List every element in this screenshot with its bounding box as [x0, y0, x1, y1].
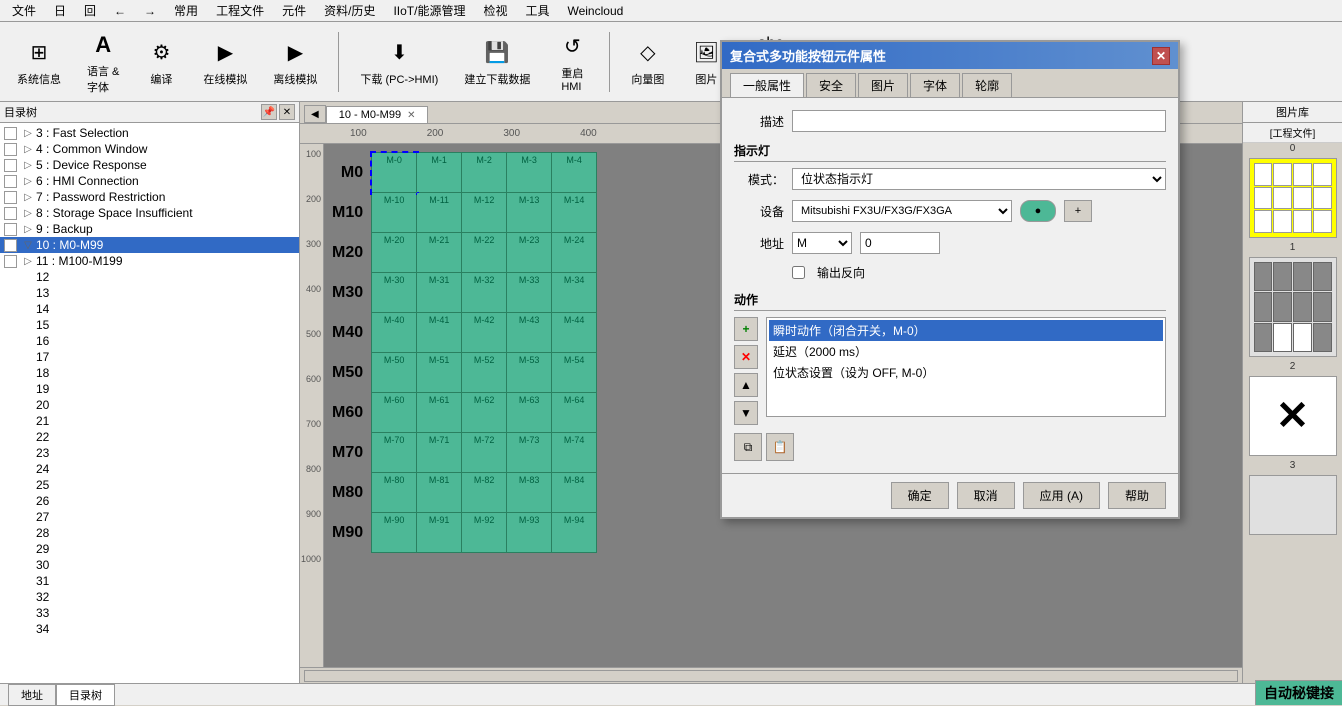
apply-button[interactable]: 应用 (A)	[1023, 482, 1100, 509]
dialog-titlebar: 复合式多功能按钮元件属性 ✕	[722, 42, 1178, 69]
desc-input[interactable]	[792, 110, 1166, 132]
device-select[interactable]: Mitsubishi FX3U/FX3G/FX3GA	[792, 200, 1012, 222]
device-add-button[interactable]: +	[1064, 200, 1092, 222]
action-list: 瞬时动作（闭合开关，M-0） 延迟（2000 ms） 位状态设置（设为 OFF,…	[766, 317, 1166, 417]
desc-row: 描述	[734, 110, 1166, 132]
action-section-buttons: ⧉ 📋	[734, 433, 1166, 461]
action-item-2[interactable]: 延迟（2000 ms）	[769, 341, 1163, 362]
mode-row: 模式： 位状态指示灯	[734, 168, 1166, 190]
action-copy-button[interactable]: ⧉	[734, 433, 762, 461]
dialog-overlay: 复合式多功能按钮元件属性 ✕ 一般属性 安全 图片 字体 轮廓 描述 指示灯 模…	[0, 0, 1342, 705]
action-add-button[interactable]: +	[734, 317, 758, 341]
confirm-button[interactable]: 确定	[891, 482, 949, 509]
dialog-close-button[interactable]: ✕	[1152, 47, 1170, 65]
dialog-tab-outline[interactable]: 轮廓	[962, 73, 1012, 97]
addr-row: 地址 M	[734, 232, 1166, 254]
properties-dialog: 复合式多功能按钮元件属性 ✕ 一般属性 安全 图片 字体 轮廓 描述 指示灯 模…	[720, 40, 1180, 519]
cancel-button[interactable]: 取消	[957, 482, 1015, 509]
addr-reg-select[interactable]: M	[792, 232, 852, 254]
device-toggle-button[interactable]: ●	[1020, 200, 1056, 222]
dialog-body: 描述 指示灯 模式： 位状态指示灯 设备 Mitsubishi FX3U/FX3…	[722, 98, 1178, 473]
action-item-3[interactable]: 位状态设置（设为 OFF, M-0）	[769, 362, 1163, 383]
device-label: 设备	[734, 203, 784, 220]
indicator-section-label: 指示灯	[734, 142, 1166, 162]
action-area: + ✕ ▲ ▼ 瞬时动作（闭合开关，M-0） 延迟（2000 ms） 位状态设置…	[734, 317, 1166, 425]
action-delete-button[interactable]: ✕	[734, 345, 758, 369]
mode-select[interactable]: 位状态指示灯	[792, 168, 1166, 190]
desc-label: 描述	[734, 113, 784, 130]
dialog-title: 复合式多功能按钮元件属性	[730, 46, 886, 65]
dialog-footer: 确定 取消 应用 (A) 帮助	[722, 473, 1178, 517]
reverse-row: 输出反向	[734, 264, 1166, 281]
reverse-checkbox[interactable]	[792, 266, 805, 279]
action-section-label: 动作	[734, 291, 1166, 311]
action-list-container: 瞬时动作（闭合开关，M-0） 延迟（2000 ms） 位状态设置（设为 OFF,…	[766, 317, 1166, 425]
action-item-1[interactable]: 瞬时动作（闭合开关，M-0）	[769, 320, 1163, 341]
help-button[interactable]: 帮助	[1108, 482, 1166, 509]
dialog-tabs: 一般属性 安全 图片 字体 轮廓	[722, 69, 1178, 98]
dialog-tab-general[interactable]: 一般属性	[730, 73, 804, 97]
dialog-tab-font[interactable]: 字体	[910, 73, 960, 97]
device-row: 设备 Mitsubishi FX3U/FX3G/FX3GA ● +	[734, 200, 1166, 222]
addr-label: 地址	[734, 235, 784, 252]
dialog-tab-security[interactable]: 安全	[806, 73, 856, 97]
reverse-label: 输出反向	[817, 264, 865, 281]
action-move-up-button[interactable]: ▲	[734, 373, 758, 397]
addr-value-input[interactable]	[860, 232, 940, 254]
mode-label: 模式：	[734, 171, 784, 188]
action-buttons: + ✕ ▲ ▼	[734, 317, 758, 425]
action-paste-button[interactable]: 📋	[766, 433, 794, 461]
dialog-tab-image[interactable]: 图片	[858, 73, 908, 97]
action-move-down-button[interactable]: ▼	[734, 401, 758, 425]
